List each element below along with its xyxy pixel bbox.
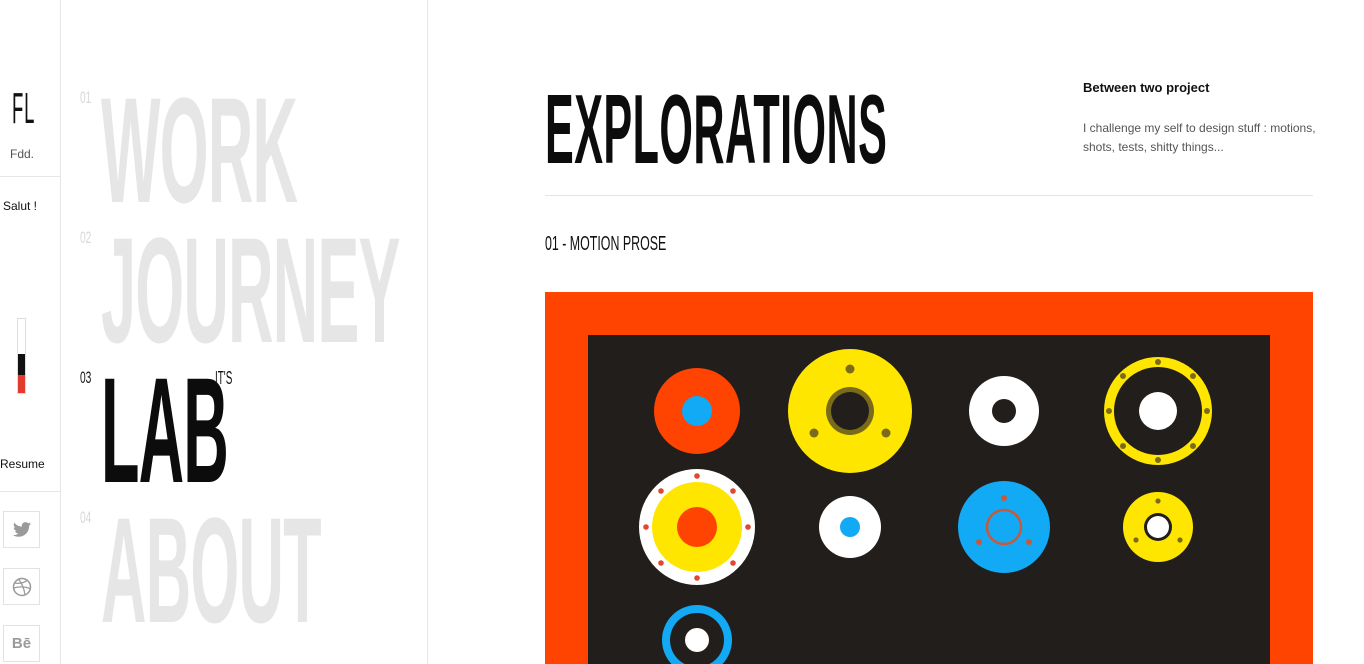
twitter-icon [12, 522, 31, 537]
menu-item-number: 02 [80, 228, 92, 247]
circle-blue-outline [662, 605, 732, 664]
circle-yellow-ring [788, 349, 912, 473]
divider [0, 176, 60, 177]
left-rail: FL Fdd. Salut ! Resume Bē [0, 0, 61, 664]
behance-icon: Bē [11, 635, 32, 652]
behance-button[interactable]: Bē [3, 625, 40, 662]
circle-white-dark [969, 376, 1039, 446]
intro-text: I challenge my self to design stuff : mo… [1083, 121, 1316, 154]
menu-item-label: WORK [101, 66, 298, 234]
circle-yellow-outline [1104, 357, 1212, 465]
resume-link[interactable]: Resume [0, 457, 45, 471]
circle-blue-ring [958, 481, 1050, 573]
dribbble-icon [12, 577, 31, 596]
motion-circles-artwork [639, 349, 1212, 664]
main-menu: 01 WORK 02 JOURNEY 03 LAB IT'S 04 ABOUT [61, 0, 428, 664]
section-title-text: 01 - MOTION PROSE [545, 233, 667, 255]
section-title: 01 - MOTION PROSE [545, 233, 741, 255]
divider [0, 491, 60, 492]
menu-item-label: LAB [101, 346, 229, 514]
divider [545, 195, 1313, 196]
motion-preview-frame[interactable] [545, 292, 1313, 664]
circle-orange-blue [654, 368, 740, 454]
circle-white-blue [819, 496, 881, 558]
menu-item-number: 04 [80, 508, 92, 527]
dribbble-button[interactable] [3, 568, 40, 605]
menu-item-number: 01 [80, 88, 92, 107]
menu-item-label: JOURNEY [101, 206, 401, 374]
circle-white-yellow-orange [639, 469, 755, 585]
greeting-text: Salut ! [3, 199, 38, 213]
progress-black-segment [18, 354, 25, 375]
motion-canvas [588, 335, 1270, 664]
progress-red-segment [18, 375, 25, 393]
logo[interactable]: FL [12, 84, 52, 133]
menu-item-number: 03 [80, 368, 92, 387]
logo-text: FL [12, 84, 36, 133]
page-title-text: EXPLORATIONS [545, 74, 888, 184]
intro-heading: Between two project [1083, 80, 1210, 95]
scroll-progress [17, 318, 26, 394]
logo-subtitle: Fdd. [9, 147, 34, 161]
menu-item-label: ABOUT [101, 486, 322, 654]
twitter-button[interactable] [3, 511, 40, 548]
circle-yellow-small [1123, 492, 1193, 562]
menu-item-tag: IT'S [215, 368, 233, 388]
main-content: EXPLORATIONS Between two project I chall… [428, 0, 1364, 664]
